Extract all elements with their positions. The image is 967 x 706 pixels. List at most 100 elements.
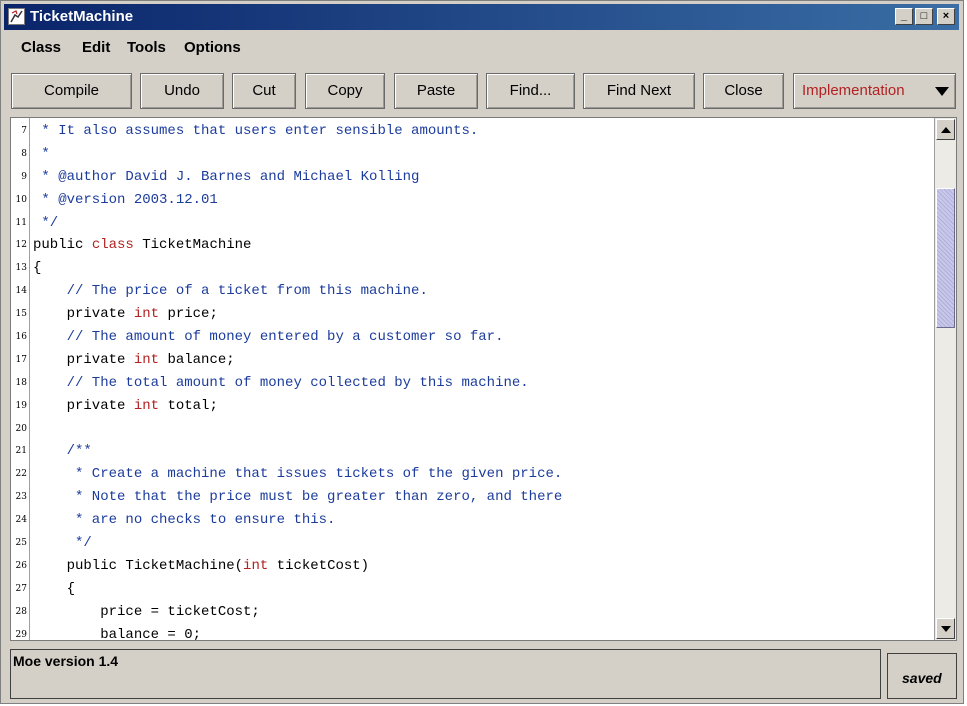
code-line[interactable]: 13 { bbox=[11, 257, 932, 280]
find-button[interactable]: Find... bbox=[486, 73, 575, 109]
line-number: 16 bbox=[15, 332, 27, 343]
code-line[interactable]: 19 private int total; bbox=[11, 395, 932, 418]
code-token: private bbox=[33, 397, 134, 414]
comment-token: * It also assumes that users enter sensi… bbox=[33, 123, 479, 139]
line-number: 17 bbox=[15, 354, 27, 365]
code-line[interactable]: 21 /** bbox=[11, 440, 932, 463]
paste-button[interactable]: Paste bbox=[394, 73, 478, 109]
status-message: Moe version 1.4 bbox=[13, 653, 119, 669]
comment-token: * Create a machine that issues tickets o… bbox=[33, 466, 563, 483]
menu-edit[interactable]: Edit bbox=[82, 39, 110, 56]
code-line[interactable]: 14 // The price of a ticket from this ma… bbox=[11, 280, 932, 303]
keyword-token: class bbox=[91, 237, 134, 254]
line-number: 29 bbox=[15, 629, 27, 640]
keyword-token: int bbox=[133, 351, 160, 368]
find-next-button[interactable]: Find Next bbox=[583, 73, 695, 109]
undo-button[interactable]: Undo bbox=[140, 73, 224, 109]
menu-tools[interactable]: Tools bbox=[127, 39, 166, 56]
comment-token: */ bbox=[33, 214, 59, 231]
code-line[interactable]: 25 */ bbox=[11, 532, 932, 555]
line-number: 18 bbox=[15, 377, 27, 388]
title-bar[interactable]: TicketMachine _ □ × bbox=[4, 4, 959, 30]
comment-token: * are no checks to ensure this. bbox=[33, 512, 336, 529]
line-number: 21 bbox=[15, 446, 27, 457]
status-bar: Moe version 1.4 bbox=[10, 649, 881, 699]
scrollbar-thumb[interactable] bbox=[936, 187, 955, 328]
code-text: private int price; bbox=[33, 303, 218, 326]
code-line[interactable]: 7 * It also assumes that users enter sen… bbox=[11, 120, 932, 143]
code-line[interactable]: 18 // The total amount of money collecte… bbox=[11, 372, 932, 395]
line-number: 13 bbox=[15, 263, 27, 274]
minimize-button[interactable]: _ bbox=[895, 8, 913, 25]
line-number: 12 bbox=[15, 240, 27, 251]
copy-button[interactable]: Copy bbox=[305, 73, 385, 109]
cut-button[interactable]: Cut bbox=[232, 73, 296, 109]
code-token: ticketCost) bbox=[268, 557, 370, 574]
code-line[interactable]: 22 * Create a machine that issues ticket… bbox=[11, 463, 932, 486]
saved-indicator: saved bbox=[887, 653, 957, 699]
comment-token: // The amount of money entered by a cust… bbox=[33, 329, 504, 346]
code-line[interactable]: 17 private int balance; bbox=[11, 349, 932, 372]
dropdown-arrow-icon bbox=[935, 87, 949, 96]
code-line[interactable]: 24 * are no checks to ensure this. bbox=[11, 509, 932, 532]
code-line[interactable]: 28 price = ticketCost; bbox=[11, 601, 932, 624]
code-line[interactable]: 12 public class TicketMachine bbox=[11, 234, 932, 257]
code-token: total; bbox=[159, 397, 218, 414]
code-line[interactable]: 16 // The amount of money entered by a c… bbox=[11, 326, 932, 349]
line-number: 11 bbox=[15, 217, 27, 228]
code-line[interactable]: 26 public TicketMachine(int ticketCost) bbox=[11, 555, 932, 578]
scroll-up-button[interactable] bbox=[936, 119, 955, 140]
comment-token: /** bbox=[33, 443, 92, 460]
code-line[interactable]: 9 * @author David J. Barnes and Michael … bbox=[11, 166, 932, 189]
code-text: /** bbox=[33, 440, 92, 463]
line-number: 19 bbox=[15, 400, 27, 411]
line-number: 14 bbox=[15, 286, 27, 297]
line-number: 10 bbox=[15, 194, 27, 205]
comment-token: // The total amount of money collected b… bbox=[33, 374, 529, 391]
code-line[interactable]: 20 bbox=[11, 418, 932, 441]
code-token: private bbox=[33, 306, 134, 323]
code-line[interactable]: 8 * bbox=[11, 143, 932, 166]
code-token: price; bbox=[159, 306, 218, 323]
keyword-token: int bbox=[133, 306, 160, 323]
code-text: balance = 0; bbox=[33, 624, 202, 641]
keyword-token: int bbox=[133, 397, 160, 414]
vertical-scrollbar[interactable] bbox=[934, 118, 956, 640]
code-text: * @version 2003.12.01 bbox=[33, 189, 217, 212]
code-token: price = ticketCost; bbox=[33, 603, 260, 620]
code-token: balance; bbox=[159, 351, 235, 368]
code-token: public TicketMachine( bbox=[33, 557, 244, 574]
code-line[interactable]: 29 balance = 0; bbox=[11, 624, 932, 641]
menu-class[interactable]: Class bbox=[21, 39, 61, 56]
close-button[interactable]: Close bbox=[703, 73, 784, 109]
comment-token: // The price of a ticket from this machi… bbox=[33, 283, 428, 300]
view-select[interactable]: Implementation bbox=[793, 73, 956, 109]
code-line[interactable]: 23 * Note that the price must be greater… bbox=[11, 486, 932, 509]
line-number: 23 bbox=[15, 492, 27, 503]
code-line[interactable]: 11 */ bbox=[11, 212, 932, 235]
code-token: private bbox=[33, 351, 134, 368]
code-token: TicketMachine bbox=[133, 237, 252, 254]
code-text: * Note that the price must be greater th… bbox=[33, 486, 562, 509]
menu-bar: Class Edit Tools Options bbox=[4, 32, 959, 62]
code-text: public class TicketMachine bbox=[33, 234, 251, 257]
comment-token: * bbox=[33, 145, 50, 162]
code-line[interactable]: 10 * @version 2003.12.01 bbox=[11, 189, 932, 212]
comment-token: * Note that the price must be greater th… bbox=[33, 489, 563, 506]
scroll-down-button[interactable] bbox=[936, 618, 955, 639]
close-window-button[interactable]: × bbox=[937, 8, 955, 25]
menu-options[interactable]: Options bbox=[184, 39, 241, 56]
code-text: * are no checks to ensure this. bbox=[33, 509, 335, 532]
code-text: * Create a machine that issues tickets o… bbox=[33, 463, 562, 486]
code-editor[interactable]: 7 * It also assumes that users enter sen… bbox=[10, 117, 957, 641]
bluej-app-icon bbox=[8, 8, 25, 25]
arrow-up-icon bbox=[941, 127, 951, 133]
code-lines: 7 * It also assumes that users enter sen… bbox=[11, 120, 932, 641]
code-line[interactable]: 27 { bbox=[11, 578, 932, 601]
code-text: * It also assumes that users enter sensi… bbox=[33, 120, 478, 143]
line-number: 28 bbox=[15, 606, 27, 617]
maximize-button[interactable]: □ bbox=[915, 8, 933, 25]
compile-button[interactable]: Compile bbox=[11, 73, 132, 109]
code-token: balance = 0; bbox=[33, 626, 202, 641]
code-line[interactable]: 15 private int price; bbox=[11, 303, 932, 326]
